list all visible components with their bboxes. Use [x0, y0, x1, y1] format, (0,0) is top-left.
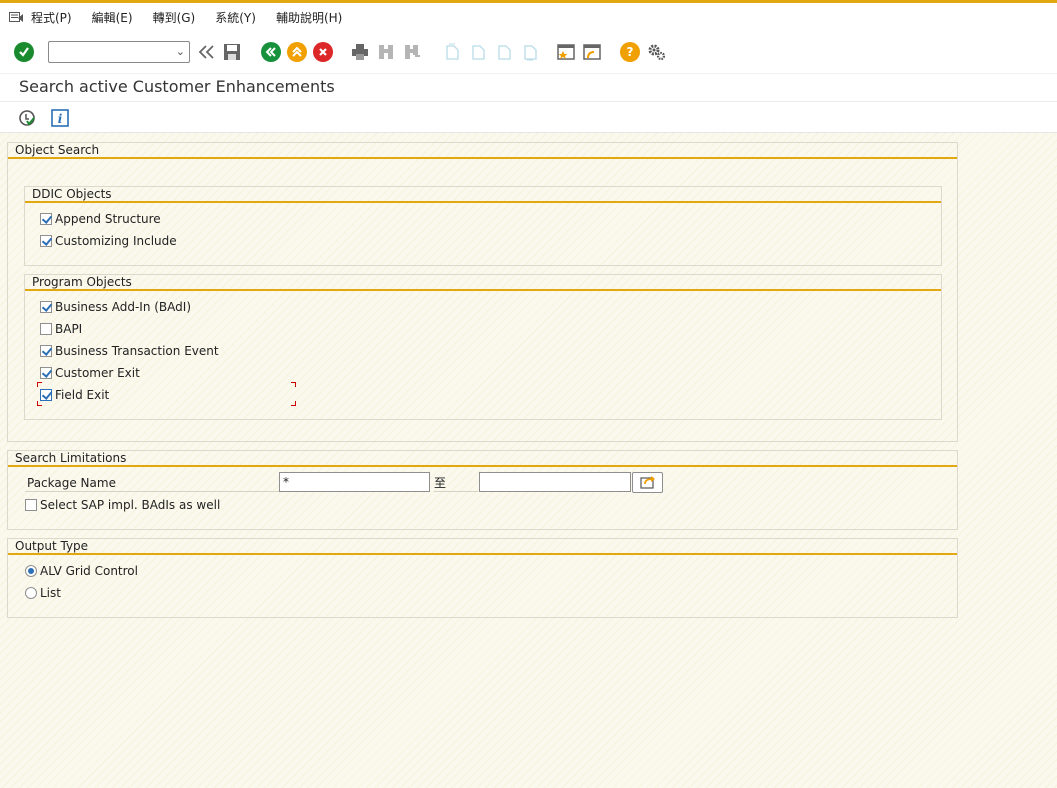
help-icon[interactable]: ?: [620, 42, 640, 62]
sap-badis-checkbox[interactable]: [25, 499, 37, 511]
find-next-icon[interactable]: [402, 42, 422, 62]
program-objects-group: Program Objects Business Add-In (BAdI) B…: [24, 274, 942, 420]
find-icon[interactable]: [376, 42, 396, 62]
append-structure-label: Append Structure: [55, 212, 161, 226]
object-search-title: Object Search: [8, 143, 957, 159]
print-icon[interactable]: [350, 42, 370, 62]
back-icon[interactable]: [261, 42, 281, 62]
alv-grid-label: ALV Grid Control: [40, 564, 138, 578]
ddic-objects-group: DDIC Objects Append Structure Customizin…: [24, 186, 942, 266]
multiple-selection-button[interactable]: [632, 472, 663, 493]
focus-marker: [291, 401, 296, 406]
list-option[interactable]: List: [25, 585, 61, 601]
ddic-objects-title: DDIC Objects: [25, 187, 941, 203]
badi-checkbox[interactable]: [40, 301, 52, 313]
menu-bar: 程式(P) 編輯(E) 轉到(G) 系統(Y) 輔助說明(H): [0, 3, 1057, 31]
menu-toggle-icon[interactable]: [9, 11, 23, 23]
execute-icon[interactable]: [18, 109, 36, 127]
chevron-down-icon[interactable]: ⌄: [176, 45, 185, 58]
package-name-label: Package Name: [25, 474, 280, 492]
application-toolbar: i: [0, 101, 1057, 133]
menu-goto[interactable]: 轉到(G): [153, 9, 196, 26]
search-limitations-group: Search Limitations Package Name * 至 Sele…: [7, 450, 958, 530]
badi-label: Business Add-In (BAdI): [55, 300, 192, 314]
package-name-to-field[interactable]: [479, 472, 631, 492]
field-exit-option[interactable]: Field Exit: [40, 387, 109, 403]
list-label: List: [40, 586, 61, 600]
save-icon[interactable]: [222, 42, 242, 62]
last-page-icon[interactable]: [520, 42, 540, 62]
focus-marker: [291, 382, 296, 387]
focus-marker: [37, 401, 42, 406]
customizing-include-label: Customizing Include: [55, 234, 177, 248]
customer-exit-option[interactable]: Customer Exit: [40, 365, 140, 381]
gear-icon[interactable]: [646, 42, 666, 62]
bapi-option[interactable]: BAPI: [40, 321, 82, 337]
customer-exit-checkbox[interactable]: [40, 367, 52, 379]
next-page-icon[interactable]: [494, 42, 514, 62]
command-field[interactable]: ⌄: [48, 41, 190, 63]
focus-marker: [37, 382, 42, 387]
program-objects-title: Program Objects: [25, 275, 941, 291]
badi-option[interactable]: Business Add-In (BAdI): [40, 299, 191, 315]
alv-grid-radio[interactable]: [25, 565, 37, 577]
append-structure-option[interactable]: Append Structure: [40, 211, 161, 227]
customizing-include-option[interactable]: Customizing Include: [40, 233, 177, 249]
info-icon[interactable]: i: [51, 109, 69, 127]
standard-toolbar: ⌄ ?: [0, 31, 1057, 73]
title-bar: Search active Customer Enhancements: [0, 73, 1057, 101]
menu-program[interactable]: 程式(P): [31, 9, 72, 26]
previous-page-icon[interactable]: [468, 42, 488, 62]
exit-icon[interactable]: [287, 42, 307, 62]
to-label: 至: [434, 474, 478, 492]
multiple-selection-icon: [640, 476, 655, 489]
output-type-title: Output Type: [8, 539, 957, 555]
search-limitations-title: Search Limitations: [8, 451, 957, 467]
alv-grid-option[interactable]: ALV Grid Control: [25, 563, 138, 579]
field-exit-checkbox[interactable]: [40, 389, 52, 401]
double-chevron-left-icon[interactable]: [196, 42, 216, 62]
business-transaction-event-option[interactable]: Business Transaction Event: [40, 343, 219, 359]
customer-exit-label: Customer Exit: [55, 366, 140, 380]
customizing-include-checkbox[interactable]: [40, 235, 52, 247]
business-transaction-event-checkbox[interactable]: [40, 345, 52, 357]
new-session-icon[interactable]: [556, 42, 576, 62]
output-type-group: Output Type ALV Grid Control List: [7, 538, 958, 618]
menu-system[interactable]: 系統(Y): [215, 9, 256, 26]
object-search-group: Object Search DDIC Objects Append Struct…: [7, 142, 958, 442]
sap-badis-option[interactable]: Select SAP impl. BAdIs as well: [25, 497, 220, 513]
shortcut-icon[interactable]: [582, 42, 602, 62]
enter-icon[interactable]: [14, 42, 34, 62]
svg-text:i: i: [58, 112, 63, 126]
field-exit-label: Field Exit: [55, 388, 110, 402]
sap-badis-label: Select SAP impl. BAdIs as well: [40, 498, 221, 512]
menu-edit[interactable]: 編輯(E): [92, 9, 133, 26]
list-radio[interactable]: [25, 587, 37, 599]
package-name-from-field[interactable]: *: [279, 472, 430, 492]
append-structure-checkbox[interactable]: [40, 213, 52, 225]
bapi-checkbox[interactable]: [40, 323, 52, 335]
page-title: Search active Customer Enhancements: [19, 77, 335, 96]
first-page-icon[interactable]: [442, 42, 462, 62]
bapi-label: BAPI: [55, 322, 83, 336]
menu-help[interactable]: 輔助說明(H): [276, 9, 342, 26]
business-transaction-event-label: Business Transaction Event: [55, 344, 219, 358]
cancel-icon[interactable]: [313, 42, 333, 62]
